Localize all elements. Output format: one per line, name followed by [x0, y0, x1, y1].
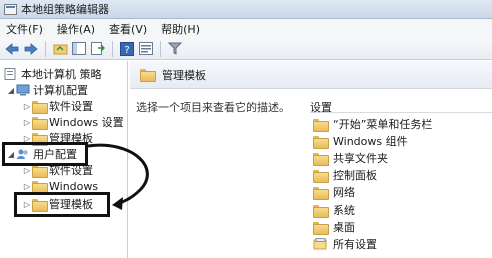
content-header-title: 管理模板: [162, 68, 206, 82]
computer-icon: [16, 84, 30, 96]
folder-icon: [32, 164, 48, 178]
tree-item-label: 软件设置: [49, 100, 93, 113]
toolbar: ?: [0, 38, 492, 60]
svg-text:?: ?: [124, 45, 129, 56]
list-item-label: 系统: [333, 204, 355, 217]
toolbar-separator: [45, 40, 46, 57]
folder-icon: [313, 152, 329, 166]
toolbar-separator: [160, 40, 161, 57]
folder-icon: [32, 180, 48, 194]
tree-item-label: 计算机配置: [33, 84, 88, 97]
collapsed-arrow-icon[interactable]: ▷: [22, 102, 32, 111]
show-hide-tree-icon[interactable]: [71, 41, 87, 57]
content-header: 管理模板: [130, 61, 492, 89]
toolbar-separator: [112, 40, 113, 57]
list-item[interactable]: “开始”菜单和任务栏: [313, 116, 432, 132]
folder-icon: [313, 221, 329, 235]
tree-item-label: Windows: [49, 179, 99, 193]
back-arrow-icon[interactable]: [4, 41, 20, 57]
collapsed-arrow-icon[interactable]: ▷: [22, 166, 32, 175]
folder-icon: [140, 69, 156, 82]
folder-icon: [313, 118, 329, 132]
list-item-label: 桌面: [333, 221, 355, 234]
description-text: 选择一个项目来查看它的描述。: [136, 101, 290, 114]
list-item-label: 共享文件夹: [333, 152, 388, 165]
list-item-label: Windows 组件: [333, 135, 408, 148]
policy-document-icon: [4, 68, 16, 80]
export-list-icon[interactable]: [90, 41, 106, 57]
menu-bar: 文件(F) 操作(A) 查看(V) 帮助(H): [0, 19, 492, 38]
list-item[interactable]: Windows 组件: [313, 133, 408, 149]
folder-icon: [313, 135, 329, 149]
collapsed-arrow-icon[interactable]: ▷: [22, 118, 32, 127]
menu-view[interactable]: 查看(V): [109, 21, 147, 37]
list-item-label: 所有设置: [333, 238, 377, 251]
title-bar: 本地组策略编辑器: [0, 0, 492, 19]
menu-help[interactable]: 帮助(H): [161, 21, 200, 37]
list-item[interactable]: 控制面板: [313, 167, 377, 183]
tree-item-label: 本地计算机 策略: [21, 68, 102, 81]
folder-icon: [313, 186, 329, 200]
column-header-setting[interactable]: 设置: [310, 99, 492, 114]
menu-file[interactable]: 文件(F): [6, 21, 43, 37]
properties-icon[interactable]: [138, 41, 154, 57]
window-title: 本地组策略编辑器: [21, 3, 109, 16]
up-folder-icon[interactable]: [52, 41, 68, 57]
tree-item-computer-config[interactable]: ◢ 计算机配置: [6, 82, 88, 98]
all-settings-icon: [313, 238, 327, 250]
list-item[interactable]: 共享文件夹: [313, 150, 388, 166]
folder-icon: [313, 204, 329, 218]
list-item[interactable]: 桌面: [313, 219, 355, 235]
folder-icon: [313, 169, 329, 183]
list-item-label: 网络: [333, 186, 355, 199]
collapsed-arrow-icon[interactable]: ▷: [22, 182, 32, 191]
tree-item-computer-windows[interactable]: ▷ Windows 设置: [22, 114, 124, 130]
app-icon: [4, 3, 17, 15]
tree-item-root[interactable]: 本地计算机 策略: [4, 66, 102, 82]
forward-arrow-icon[interactable]: [23, 41, 39, 57]
highlight-box-admin-templates: [14, 192, 110, 217]
expanded-arrow-icon[interactable]: ◢: [6, 86, 16, 95]
tree-item-label: Windows 设置: [49, 116, 124, 129]
folder-icon: [32, 116, 48, 130]
tree-item-computer-software[interactable]: ▷ 软件设置: [22, 98, 93, 114]
list-item[interactable]: 系统: [313, 202, 355, 218]
filter-icon[interactable]: [167, 41, 183, 57]
list-item[interactable]: 网络: [313, 184, 355, 200]
list-item[interactable]: 所有设置: [313, 236, 377, 252]
help-icon[interactable]: ?: [119, 41, 135, 57]
highlight-box-user-config: [2, 142, 88, 166]
menu-action[interactable]: 操作(A): [57, 21, 95, 37]
list-item-label: “开始”菜单和任务栏: [333, 118, 433, 131]
folder-icon: [32, 100, 48, 114]
list-item-label: 控制面板: [333, 169, 377, 182]
